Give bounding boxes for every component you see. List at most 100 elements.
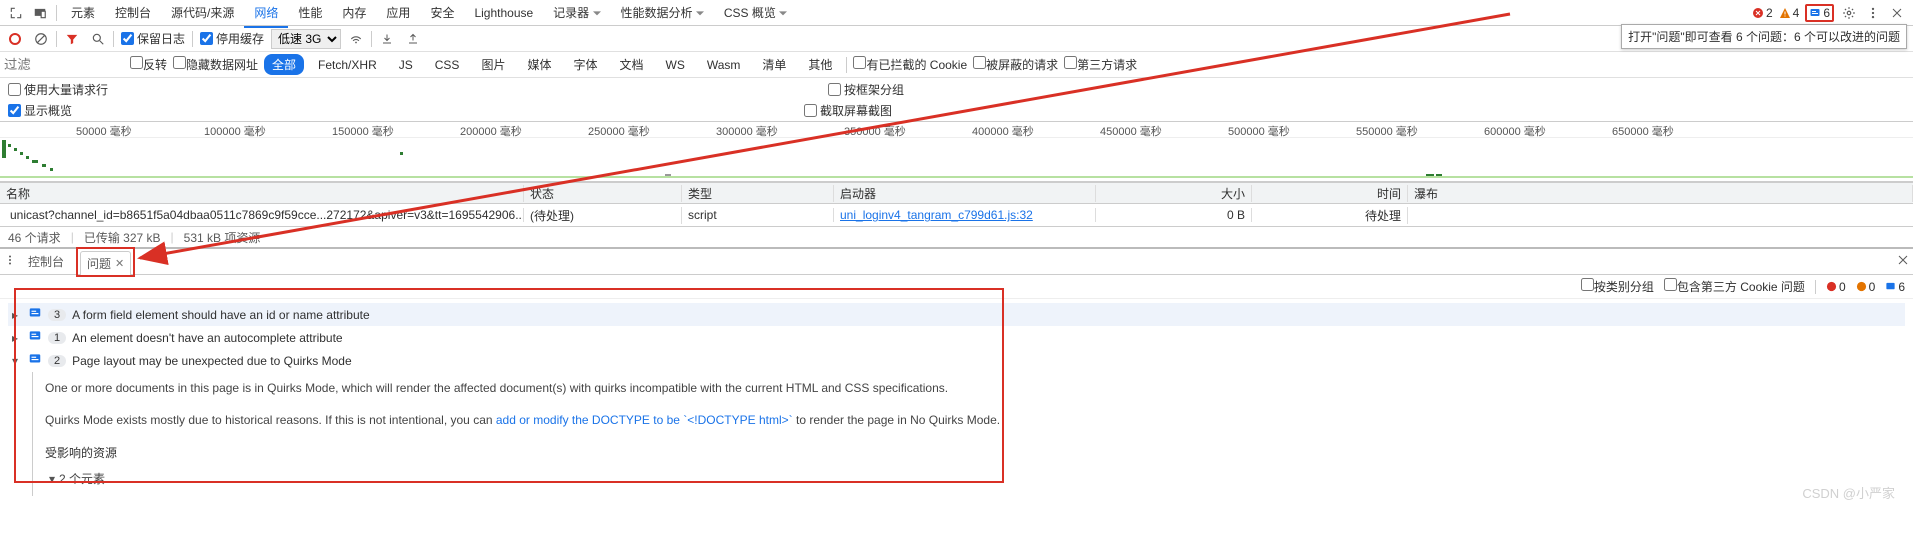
tick-label: 300000 毫秒	[716, 123, 778, 139]
header-initiator[interactable]: 启动器	[834, 185, 1096, 202]
request-url: unicast?channel_id=b8651f5a04dbaa0511c78…	[10, 208, 524, 222]
include-third-party-cookie-checkbox[interactable]: 包含第三方 Cookie 问题	[1664, 278, 1805, 295]
header-status[interactable]: 状态	[524, 185, 682, 202]
tick-label: 450000 毫秒	[1100, 123, 1162, 139]
filter-type-font[interactable]: 字体	[565, 54, 605, 75]
issues-tooltip: 打开"问题"即可查看 6 个问题：6 个可以改进的问题	[1621, 24, 1907, 49]
tab-recorder[interactable]: 记录器	[543, 0, 610, 26]
drawer-tabs: 控制台 问题✕	[0, 249, 1913, 275]
record-button[interactable]	[4, 28, 26, 50]
filter-type-js[interactable]: JS	[391, 56, 421, 74]
more-icon[interactable]	[1861, 1, 1885, 25]
issue-row[interactable]: ▾ 2 Page layout may be unexpected due to…	[8, 349, 1905, 372]
divider	[192, 31, 193, 47]
header-waterfall[interactable]: 瀑布	[1408, 185, 1913, 202]
network-overview-timeline[interactable]: 50000 毫秒 100000 毫秒 150000 毫秒 200000 毫秒 2…	[0, 122, 1913, 182]
big-rows-checkbox[interactable]: 使用大量请求行	[8, 81, 108, 98]
header-name[interactable]: 名称	[0, 185, 524, 202]
timeline-body	[0, 138, 1913, 182]
affected-elements-row[interactable]: ▾2 个元素	[49, 469, 1905, 491]
table-header-row: 名称 状态 类型 启动器 大小 时间 瀑布	[0, 182, 1913, 204]
header-time[interactable]: 时间	[1252, 185, 1408, 202]
watermark: CSDN @小严家	[1802, 483, 1895, 502]
tab-lighthouse[interactable]: Lighthouse	[464, 1, 543, 25]
divider	[56, 31, 57, 47]
filter-type-css[interactable]: CSS	[427, 56, 468, 74]
filter-type-img[interactable]: 图片	[473, 54, 513, 75]
filter-type-wasm[interactable]: Wasm	[699, 56, 749, 74]
show-overview-checkbox[interactable]: 显示概览	[8, 102, 72, 119]
tab-css-overview[interactable]: CSS 概览	[714, 0, 797, 26]
issue-title: An element doesn't have an autocomplete …	[72, 331, 342, 345]
filter-type-media[interactable]: 媒体	[519, 54, 559, 75]
tab-security[interactable]: 安全	[420, 0, 464, 26]
issue-paragraph: Quirks Mode exists mostly due to histori…	[45, 410, 1905, 432]
request-status: (待处理)	[524, 207, 682, 224]
search-icon[interactable]	[87, 28, 109, 50]
third-party-checkbox[interactable]: 第三方请求	[1064, 56, 1137, 73]
drawer-tab-issues[interactable]: 问题✕	[80, 251, 131, 275]
invert-checkbox[interactable]: 反转	[130, 56, 167, 73]
filter-type-ws[interactable]: WS	[658, 56, 693, 74]
tab-console[interactable]: 控制台	[105, 0, 161, 26]
group-by-frame-checkbox[interactable]: 按框架分组	[828, 81, 904, 98]
error-count-badge[interactable]: 2	[1752, 6, 1773, 20]
issue-row[interactable]: ▸ 3 A form field element should have an …	[8, 303, 1905, 326]
issues-error-count: 0	[1826, 280, 1846, 294]
devtools-main-tabs: 元素 控制台 源代码/来源 网络 性能 内存 应用 安全 Lighthouse …	[0, 0, 1913, 26]
issues-info-count: 6	[1885, 280, 1905, 294]
blocked-cookies-checkbox[interactable]: 有已拦截的 Cookie	[853, 56, 967, 73]
filter-type-all[interactable]: 全部	[264, 54, 304, 75]
filter-type-doc[interactable]: 文档	[611, 54, 651, 75]
tick-label: 100000 毫秒	[204, 123, 266, 139]
import-har-icon[interactable]	[376, 28, 398, 50]
throttle-select[interactable]: 低速 3G	[271, 29, 341, 49]
header-type[interactable]: 类型	[682, 185, 834, 202]
issues-count-badge[interactable]: 6	[1805, 4, 1834, 22]
close-tab-icon[interactable]: ✕	[115, 257, 124, 270]
divider	[56, 5, 57, 21]
issue-details: One or more documents in this page is in…	[32, 372, 1905, 496]
doctype-help-link[interactable]: add or modify the DOCTYPE to be `<!DOCTY…	[496, 413, 793, 427]
issue-row[interactable]: ▸ 1 An element doesn't have an autocompl…	[8, 326, 1905, 349]
tab-performance[interactable]: 性能	[288, 0, 332, 26]
disable-cache-checkbox[interactable]: 停用缓存	[200, 30, 264, 47]
drawer-tab-console[interactable]: 控制台	[18, 249, 74, 274]
tab-memory[interactable]: 内存	[332, 0, 376, 26]
filter-input[interactable]	[4, 57, 124, 72]
filter-type-other[interactable]: 其他	[800, 54, 840, 75]
header-size[interactable]: 大小	[1096, 185, 1252, 202]
resources-size: 531 kB 项资源	[184, 229, 261, 246]
tab-application[interactable]: 应用	[376, 0, 420, 26]
drawer-close-icon[interactable]	[1897, 254, 1909, 269]
close-devtools-icon[interactable]	[1885, 1, 1909, 25]
device-icon[interactable]	[28, 1, 52, 25]
tab-elements[interactable]: 元素	[61, 0, 105, 26]
preserve-log-checkbox[interactable]: 保留日志	[121, 30, 185, 47]
network-options-row-2: 显示概览 截取屏幕截图	[0, 100, 1913, 122]
group-by-category-checkbox[interactable]: 按类别分组	[1581, 278, 1654, 295]
tab-network[interactable]: 网络	[244, 0, 288, 28]
tab-sources[interactable]: 源代码/来源	[161, 0, 244, 26]
settings-icon[interactable]	[1837, 1, 1861, 25]
screenshots-checkbox[interactable]: 截取屏幕截图	[804, 102, 892, 119]
export-har-icon[interactable]	[402, 28, 424, 50]
filter-type-manifest[interactable]: 清单	[754, 54, 794, 75]
tab-perf-insights[interactable]: 性能数据分析	[611, 0, 714, 26]
expand-arrow-icon[interactable]: ▸	[12, 308, 22, 322]
table-row[interactable]: unicast?channel_id=b8651f5a04dbaa0511c78…	[0, 204, 1913, 226]
filter-type-fetch[interactable]: Fetch/XHR	[310, 56, 385, 74]
filter-icon[interactable]	[61, 28, 83, 50]
warning-count-badge[interactable]: 4	[1779, 6, 1800, 20]
clear-button[interactable]	[30, 28, 52, 50]
collapse-arrow-icon[interactable]: ▾	[12, 354, 22, 368]
expand-arrow-icon[interactable]: ▸	[12, 331, 22, 345]
inspect-icon[interactable]	[4, 1, 28, 25]
hide-data-urls-checkbox[interactable]: 隐藏数据网址	[173, 56, 258, 73]
request-time: 待处理	[1252, 207, 1408, 224]
tick-label: 550000 毫秒	[1356, 123, 1418, 139]
blocked-requests-checkbox[interactable]: 被屏蔽的请求	[973, 56, 1058, 73]
network-conditions-icon[interactable]	[345, 28, 367, 50]
request-initiator[interactable]: uni_loginv4_tangram_c799d61.js:32	[834, 208, 1096, 222]
drawer-more-icon[interactable]	[4, 254, 16, 269]
